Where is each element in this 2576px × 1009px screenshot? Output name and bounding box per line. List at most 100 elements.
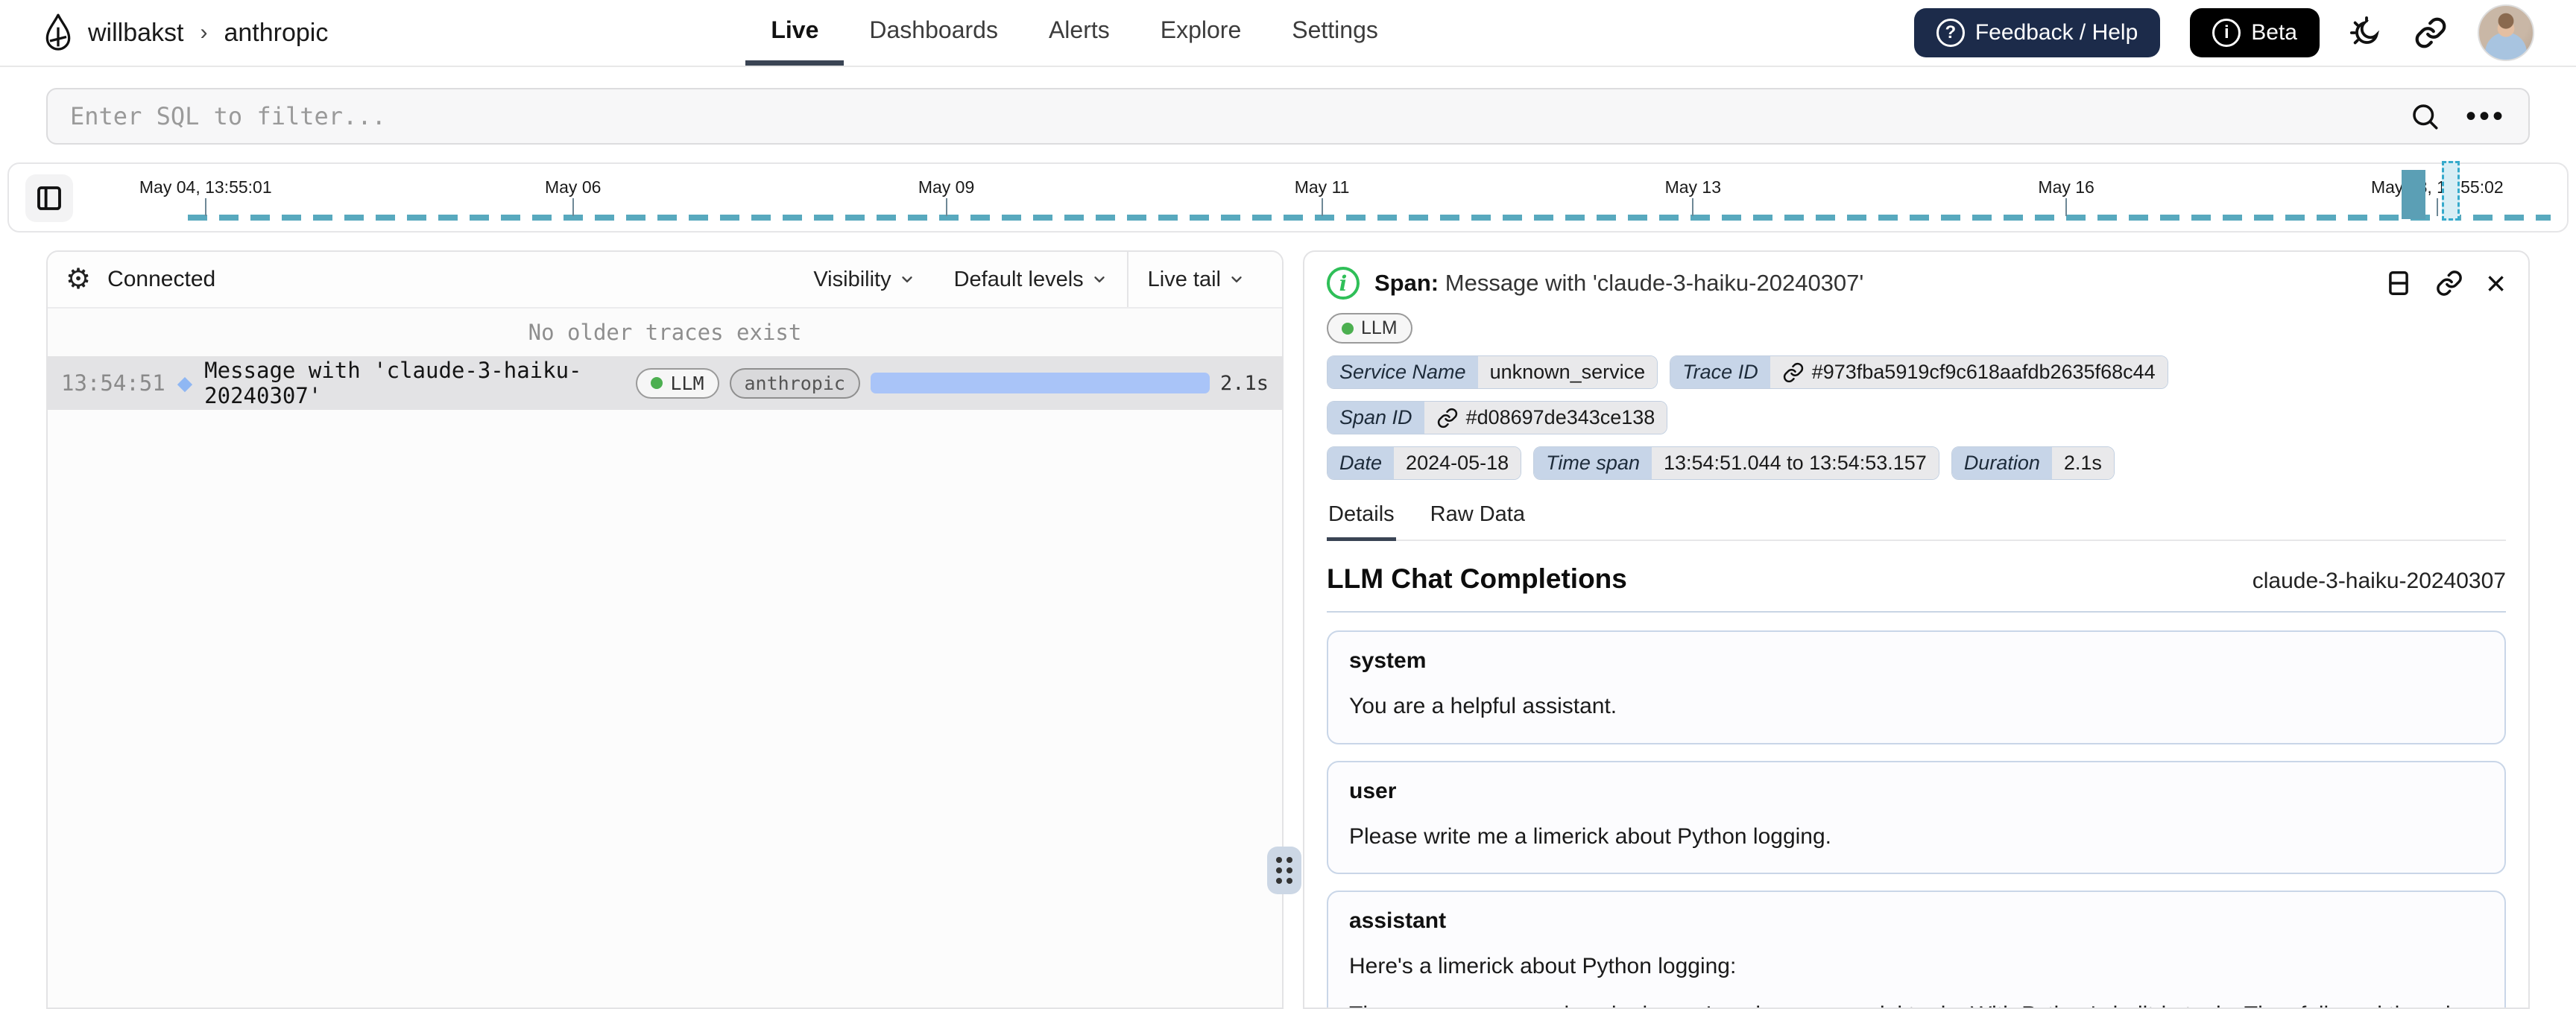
nav-tab-live[interactable]: Live — [745, 0, 844, 66]
message-paragraph: There once was a coder who knew, Logging… — [1349, 1000, 2484, 1009]
theme-toggle-icon[interactable] — [2349, 16, 2384, 50]
nav-tab-explore[interactable]: Explore — [1135, 0, 1267, 66]
message-paragraph: Please write me a limerick about Python … — [1349, 822, 2484, 853]
breadcrumb-separator: › — [200, 20, 207, 45]
sql-filter-input[interactable] — [70, 102, 2409, 130]
top-navigation-bar: willbakst › anthropic LiveDashboardsAler… — [0, 0, 2576, 67]
close-icon[interactable]: × — [2486, 272, 2506, 294]
timeline-tick-mark — [205, 198, 206, 216]
link-icon — [1436, 407, 1459, 429]
attribute-value[interactable]: #d08697de343ce138 — [1424, 402, 1667, 434]
breadcrumb-project[interactable]: anthropic — [224, 19, 328, 48]
attribute-label: Trace ID — [1670, 356, 1770, 388]
nav-tab-alerts[interactable]: Alerts — [1023, 0, 1135, 66]
chevron-down-icon — [899, 271, 915, 288]
section-divider — [1327, 611, 2506, 613]
question-icon: ? — [1936, 19, 1965, 47]
trace-duration-bar — [871, 373, 1210, 393]
message-role: user — [1349, 779, 2484, 804]
panel-resize-handle[interactable] — [1267, 847, 1301, 894]
live-tail-dropdown[interactable]: Live tail — [1128, 252, 1264, 307]
user-avatar[interactable] — [2478, 4, 2534, 61]
span-attribute-chip: Trace ID #973fba5919cf9c618aafdb2635f68c… — [1670, 355, 2168, 389]
message-role: assistant — [1349, 908, 2484, 934]
attribute-value: 2.1s — [2052, 447, 2114, 479]
sql-filter-bar: ••• — [46, 88, 2530, 145]
chat-messages: system You are a helpful assistant. user Pl… — [1327, 630, 2506, 1009]
info-icon: i — [2212, 19, 2241, 47]
visibility-dropdown[interactable]: Visibility — [794, 252, 934, 307]
timeline-tick-label: May 13 — [1665, 177, 1721, 197]
green-dot-icon — [1342, 323, 1354, 335]
message-role: system — [1349, 648, 2484, 674]
topnav-right-cluster: ? Feedback / Help i Beta — [1914, 0, 2534, 66]
breadcrumb: willbakst › anthropic — [42, 0, 328, 66]
timeline-tick-label: May 18, 13:55:02 — [2371, 177, 2504, 197]
connection-status: Connected — [107, 267, 215, 292]
llm-section-header: LLM Chat Completions claude-3-haiku-2024… — [1327, 563, 2506, 595]
tab-raw-data[interactable]: Raw Data — [1429, 502, 1527, 541]
section-title: LLM Chat Completions — [1327, 563, 1627, 595]
message-paragraph: Here's a limerick about Python logging: — [1349, 952, 2484, 982]
timeline-tick-mark — [2437, 198, 2438, 216]
timeline-tick-mark — [1322, 198, 1323, 216]
attribute-label: Span ID — [1328, 402, 1424, 434]
timeline-selection-region[interactable] — [2442, 161, 2460, 221]
beta-button[interactable]: i Beta — [2190, 8, 2320, 57]
span-attribute-chip: Span ID #d08697de343ce138 — [1327, 401, 1667, 434]
trace-list-panel: ⚙ Connected Visibility Default levels Li… — [46, 250, 1284, 1009]
split-view-icon[interactable] — [2384, 269, 2413, 297]
message-card-system: system You are a helpful assistant. — [1327, 630, 2506, 744]
timeline-histogram-spike — [2402, 170, 2425, 219]
no-older-traces-notice: No older traces exist — [48, 309, 1282, 356]
feedback-help-button[interactable]: ? Feedback / Help — [1914, 8, 2160, 57]
span-attribute-chip: Duration2.1s — [1951, 446, 2115, 480]
message-card-user: user Please write me a limerick about Pyt… — [1327, 761, 2506, 875]
more-options-icon[interactable]: ••• — [2466, 109, 2506, 124]
attribute-value[interactable]: #973fba5919cf9c618aafdb2635f68c44 — [1770, 356, 2168, 388]
attribute-value: unknown_service — [1478, 356, 1658, 388]
breadcrumb-org[interactable]: willbakst — [88, 19, 183, 48]
nav-tab-dashboards[interactable]: Dashboards — [844, 0, 1023, 66]
trace-timestamp: 13:54:51 — [61, 370, 165, 396]
sidebar-toggle-icon[interactable] — [25, 174, 73, 222]
trace-title: Message with 'claude-3-haiku-20240307' — [204, 358, 624, 408]
main-content: ⚙ Connected Visibility Default levels Li… — [0, 250, 2576, 1009]
gear-icon[interactable]: ⚙ — [66, 265, 91, 294]
span-diamond-icon: ◆ — [177, 370, 192, 396]
timeline-tick-mark — [1692, 198, 1693, 216]
attribute-value: 13:54:51.044 to 13:54:53.157 — [1652, 447, 1939, 479]
default-levels-dropdown[interactable]: Default levels — [935, 252, 1127, 307]
timeline-plot[interactable]: May 04, 13:55:01May 06May 09May 11May 13… — [188, 164, 2551, 221]
nav-tab-settings[interactable]: Settings — [1266, 0, 1404, 66]
span-attribute-chip: Date2024-05-18 — [1327, 446, 1521, 480]
attribute-label: Duration — [1952, 447, 2052, 479]
share-link-icon[interactable] — [2414, 16, 2448, 50]
copy-link-icon[interactable] — [2435, 269, 2463, 297]
message-paragraph: You are a helpful assistant. — [1349, 692, 2484, 722]
timeline-tick-label: May 04, 13:55:01 — [139, 177, 272, 197]
llm-badge: LLM — [1327, 313, 1412, 344]
timeline-strip: May 04, 13:55:01May 06May 09May 11May 13… — [7, 162, 2569, 233]
chevron-down-icon — [1228, 271, 1245, 288]
span-attribute-chip: Service Nameunknown_service — [1327, 355, 1658, 389]
logfire-logo-icon[interactable] — [42, 13, 75, 52]
trace-duration: 2.1s — [1220, 372, 1269, 395]
main-nav-tabs: LiveDashboardsAlertsExploreSettings — [745, 0, 1404, 66]
search-icon[interactable] — [2409, 101, 2440, 132]
span-attribute-chip: Time span13:54:51.044 to 13:54:53.157 — [1533, 446, 1939, 480]
attribute-label: Date — [1328, 447, 1394, 479]
timeline-tick-label: May 09 — [918, 177, 974, 197]
timeline-dashed-track — [188, 215, 2551, 221]
detail-tabs: Details Raw Data — [1327, 502, 2506, 541]
tab-details[interactable]: Details — [1327, 502, 1396, 541]
timeline-tick-mark — [572, 198, 574, 216]
timeline-tick-label: May 06 — [545, 177, 601, 197]
model-name: claude-3-haiku-20240307 — [2253, 569, 2506, 594]
timeline-tick-mark — [2065, 198, 2067, 216]
attribute-value: 2024-05-18 — [1394, 447, 1521, 479]
span-header: i Span: Message with 'claude-3-haiku-202… — [1327, 267, 2506, 300]
span-attributes-row-2: Date2024-05-18 Time span13:54:51.044 to 1… — [1327, 446, 2506, 480]
link-icon — [1782, 361, 1805, 384]
trace-row[interactable]: 13:54:51 ◆ Message with 'claude-3-haiku-… — [48, 356, 1282, 410]
